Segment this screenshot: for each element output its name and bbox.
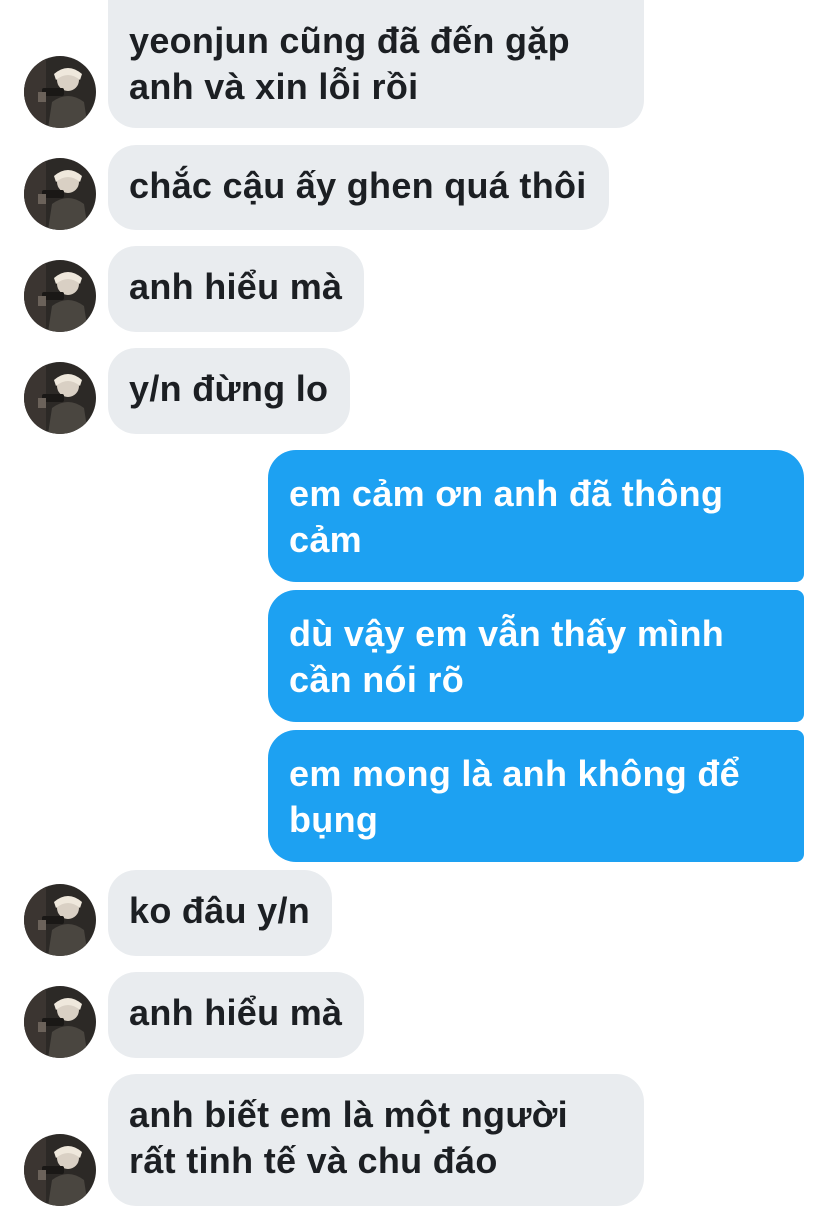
incoming-message[interactable]: anh hiểu mà — [108, 246, 365, 332]
message-line: yeonjun cũng đã đến gặp — [129, 20, 570, 61]
contact-avatar[interactable] — [24, 56, 96, 128]
avatar-photo — [24, 362, 96, 434]
contact-avatar[interactable] — [24, 260, 96, 332]
message-line: ko đâu y/n — [129, 890, 311, 931]
contact-avatar[interactable] — [24, 362, 96, 434]
message-line: rất tinh tế và chu đáo — [129, 1140, 498, 1181]
message-line: anh hiểu mà — [129, 266, 343, 307]
avatar-photo — [24, 158, 96, 230]
message-line: dù vậy em vẫn thấy mình — [289, 613, 725, 654]
message-line: y/n đừng lo — [129, 368, 329, 409]
incoming-message[interactable]: y/n đừng lo — [108, 348, 351, 434]
message-line: em cảm ơn anh đã thông — [289, 473, 724, 514]
message-line: cảm — [289, 519, 362, 560]
incoming-message[interactable]: chắc cậu ấy ghen quá thôi — [108, 145, 609, 230]
avatar-photo — [24, 986, 96, 1058]
message-line: anh và xin lỗi rồi — [129, 66, 419, 107]
message-line: anh hiểu mà — [129, 992, 343, 1033]
avatar-photo — [24, 1134, 96, 1206]
message-line: cần nói rõ — [289, 659, 465, 700]
contact-avatar[interactable] — [24, 1134, 96, 1206]
avatar-photo — [24, 884, 96, 956]
avatar-photo — [24, 56, 96, 128]
contact-avatar[interactable] — [24, 986, 96, 1058]
incoming-message[interactable]: yeonjun cũng đã đến gặp anh và xin lỗi r… — [108, 0, 644, 128]
outgoing-message[interactable]: dù vậy em vẫn thấy mình cần nói rõ — [268, 590, 804, 722]
message-line: anh biết em là một người — [129, 1094, 568, 1135]
message-line: chắc cậu ấy ghen quá thôi — [129, 165, 587, 206]
message-line: em mong là anh không để — [289, 753, 740, 794]
avatar-photo — [24, 260, 96, 332]
message-line: bụng — [289, 799, 379, 840]
incoming-message[interactable]: anh hiểu mà — [108, 972, 365, 1058]
outgoing-message[interactable]: em cảm ơn anh đã thông cảm — [268, 450, 804, 582]
outgoing-message[interactable]: em mong là anh không để bụng — [268, 730, 804, 862]
incoming-message[interactable]: ko đâu y/n — [108, 870, 333, 956]
contact-avatar[interactable] — [24, 158, 96, 230]
contact-avatar[interactable] — [24, 884, 96, 956]
incoming-message[interactable]: anh biết em là một người rất tinh tế và … — [108, 1074, 644, 1206]
